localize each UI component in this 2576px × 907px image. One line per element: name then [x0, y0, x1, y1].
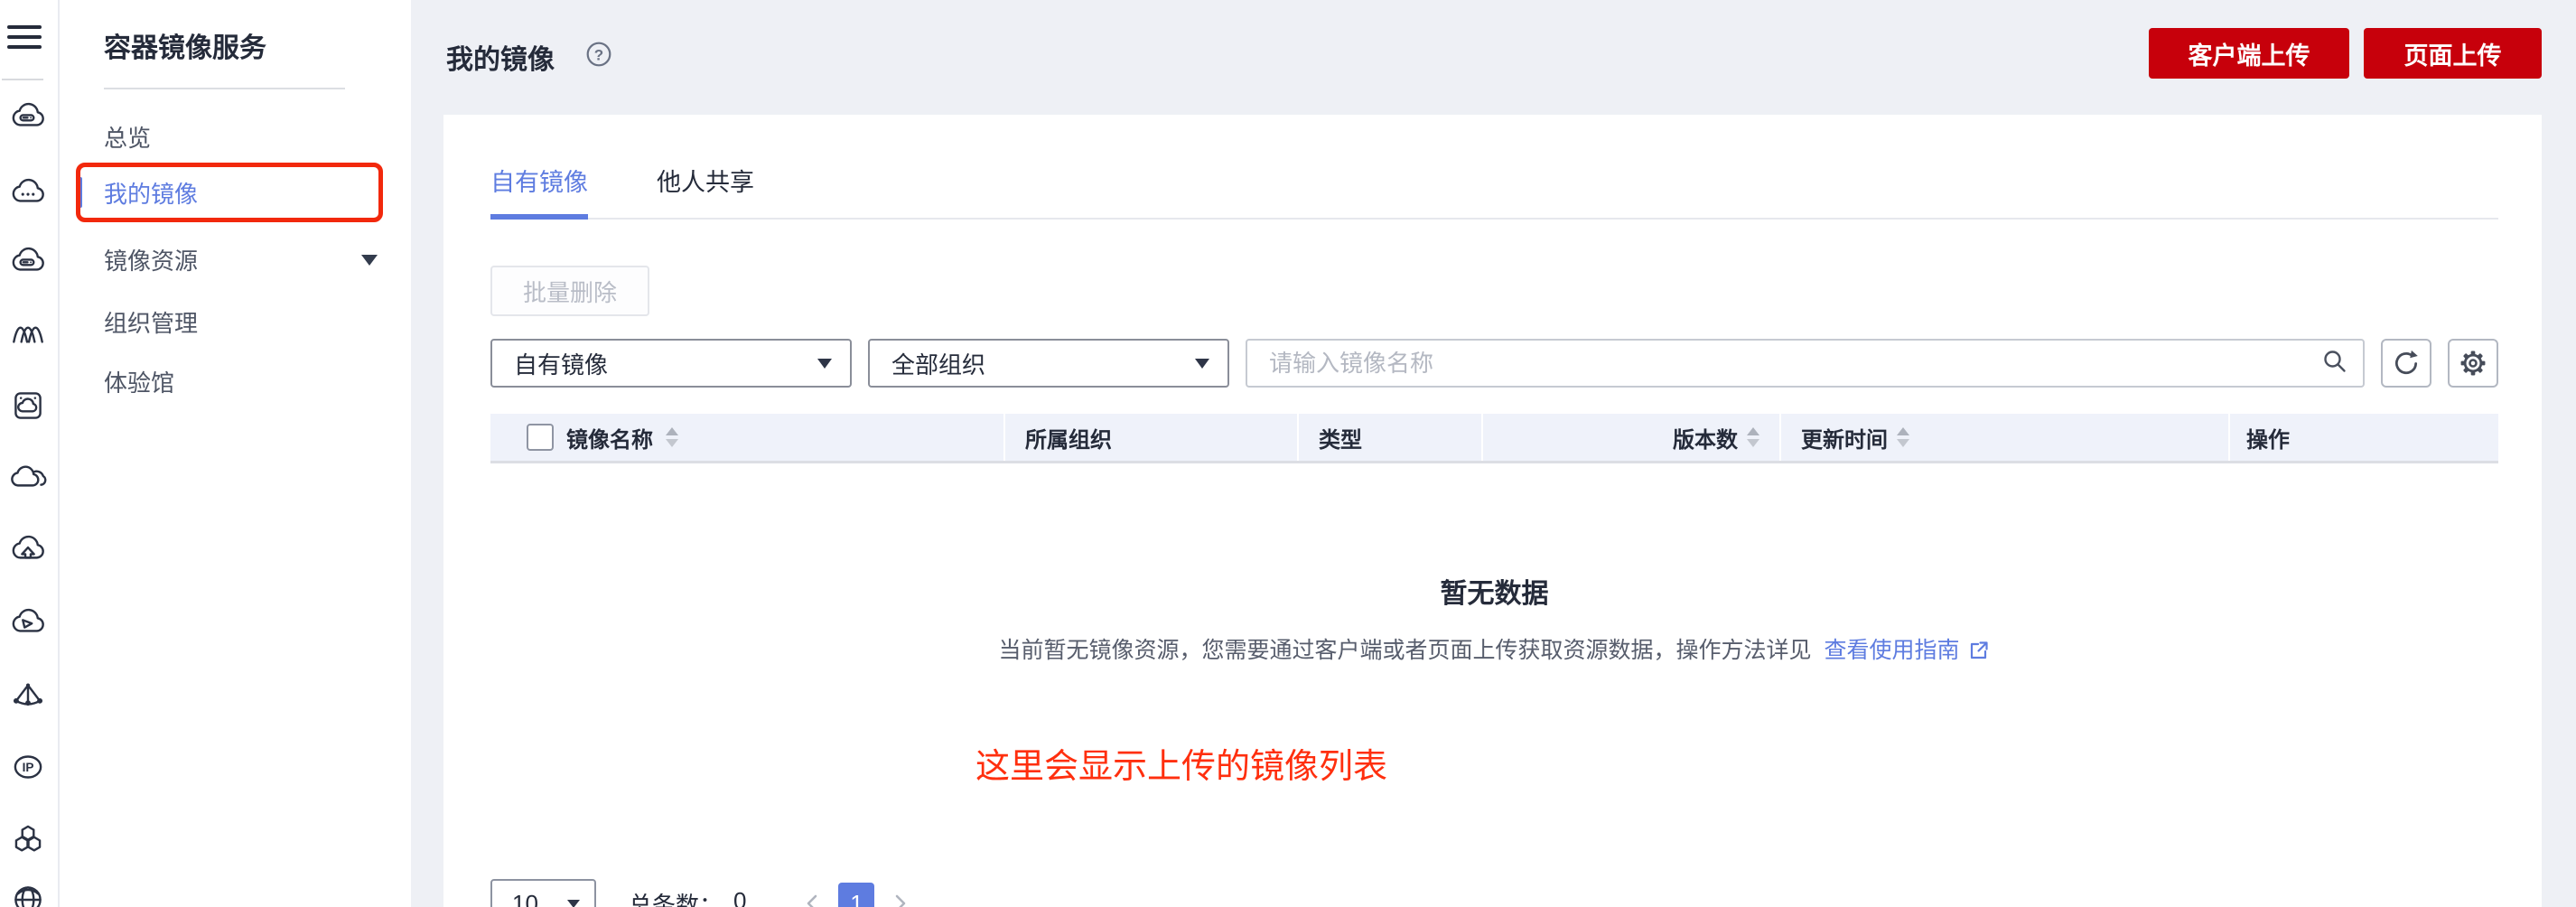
filter-row: 自有镜像 全部组织: [490, 339, 2498, 388]
sort-icon[interactable]: [1747, 427, 1759, 447]
total-count: 总条数： 0: [629, 887, 746, 907]
previous-page-icon[interactable]: [800, 891, 826, 907]
pager: 1: [800, 883, 912, 907]
empty-state: 暂无数据 当前暂无镜像资源，您需要通过客户端或者页面上传获取资源数据，操作方法详…: [490, 571, 2498, 669]
chevron-down-icon: [567, 900, 580, 907]
ip-icon[interactable]: IP: [4, 746, 52, 788]
cloud-server-icon[interactable]: [4, 96, 52, 137]
tab-shared-by-others[interactable]: 他人共享: [657, 163, 754, 220]
column-header-image-name: 镜像名称: [490, 414, 1003, 461]
sidebar-item-image-resources[interactable]: 镜像资源: [60, 238, 411, 281]
waves-icon[interactable]: [4, 313, 52, 354]
sidebar-item-overview[interactable]: 总览: [60, 115, 411, 158]
active-indicator-bar: [79, 177, 82, 208]
pyramid-network-icon[interactable]: [4, 674, 52, 715]
column-header-operation: 操作: [2228, 414, 2498, 461]
search-box: [1246, 339, 2365, 388]
settings-gear-icon[interactable]: [2448, 339, 2498, 388]
empty-state-title: 暂无数据: [490, 571, 2498, 611]
main-content: 我的镜像 ? 客户端上传 页面上传 自有镜像 他人共享 批量删除 自有镜像 全部…: [411, 0, 2576, 907]
sort-icon[interactable]: [1897, 427, 1909, 447]
cloud-cursor-icon[interactable]: [4, 602, 52, 643]
content-card: 自有镜像 他人共享 批量删除 自有镜像 全部组织: [443, 115, 2542, 907]
sidebar-divider: [104, 88, 345, 89]
page-title: 我的镜像: [446, 37, 555, 77]
page-upload-button[interactable]: 页面上传: [2364, 28, 2542, 79]
search-icon[interactable]: [2321, 348, 2348, 379]
page-number-1[interactable]: 1: [838, 883, 874, 907]
next-page-icon[interactable]: [887, 891, 912, 907]
select-all-checkbox[interactable]: [527, 424, 554, 451]
organization-select[interactable]: 全部组织: [868, 339, 1229, 388]
pagination: 10 总条数： 0 1: [490, 879, 912, 907]
tab-bar: 自有镜像 他人共享: [490, 115, 2498, 220]
red-annotation-text: 这里会显示上传的镜像列表: [975, 738, 1387, 788]
sidebar: 容器镜像服务 总览 我的镜像 镜像资源 组织管理 体验馆: [60, 0, 411, 907]
cloud-registry-icon[interactable]: [4, 240, 52, 282]
column-header-organization: 所属组织: [1003, 414, 1297, 461]
rail-divider: [2, 79, 43, 80]
chevron-down-icon: [817, 359, 832, 369]
hamburger-menu-icon[interactable]: [7, 25, 42, 49]
column-header-update-time: 更新时间: [1779, 414, 2228, 461]
empty-state-description: 当前暂无镜像资源，您需要通过客户端或者页面上传获取资源数据，操作方法详见查看使用…: [490, 632, 2498, 669]
refresh-button[interactable]: [2381, 339, 2431, 388]
svg-text:IP: IP: [23, 761, 34, 774]
hexagon-cluster-icon[interactable]: [4, 818, 52, 860]
batch-delete-button[interactable]: 批量删除: [490, 266, 649, 316]
search-input[interactable]: [1255, 350, 2321, 378]
sidebar-item-my-images[interactable]: 我的镜像: [60, 171, 411, 214]
box-cloud-icon[interactable]: [4, 385, 52, 426]
page-size-select[interactable]: 10: [490, 879, 596, 907]
sort-icon[interactable]: [666, 427, 678, 447]
cloud-upload-icon[interactable]: [4, 529, 52, 571]
chevron-down-icon: [361, 255, 378, 266]
sidebar-item-experience-hall[interactable]: 体验馆: [60, 360, 411, 403]
table-header-row: 镜像名称 所属组织 类型 版本数 更新时间 操作: [490, 414, 2498, 463]
svg-text:?: ?: [594, 47, 603, 64]
usage-guide-link[interactable]: 查看使用指南: [1825, 638, 1991, 663]
double-cloud-icon[interactable]: [4, 457, 52, 499]
client-upload-button[interactable]: 客户端上传: [2149, 28, 2349, 79]
cloud-dots-icon[interactable]: [4, 172, 52, 213]
help-icon[interactable]: ?: [585, 41, 612, 68]
chevron-down-icon: [1195, 359, 1209, 369]
service-icon-rail: IP: [0, 0, 60, 907]
sidebar-title: 容器镜像服务: [104, 25, 266, 65]
column-header-type: 类型: [1297, 414, 1481, 461]
image-type-select[interactable]: 自有镜像: [490, 339, 852, 388]
header-actions: 客户端上传 页面上传: [2149, 28, 2542, 79]
sidebar-item-organization-management[interactable]: 组织管理: [60, 300, 411, 343]
column-header-version-count: 版本数: [1481, 414, 1779, 461]
tab-own-images[interactable]: 自有镜像: [490, 163, 588, 220]
external-link-icon: [1967, 639, 1991, 669]
globe-icon[interactable]: [4, 879, 52, 907]
